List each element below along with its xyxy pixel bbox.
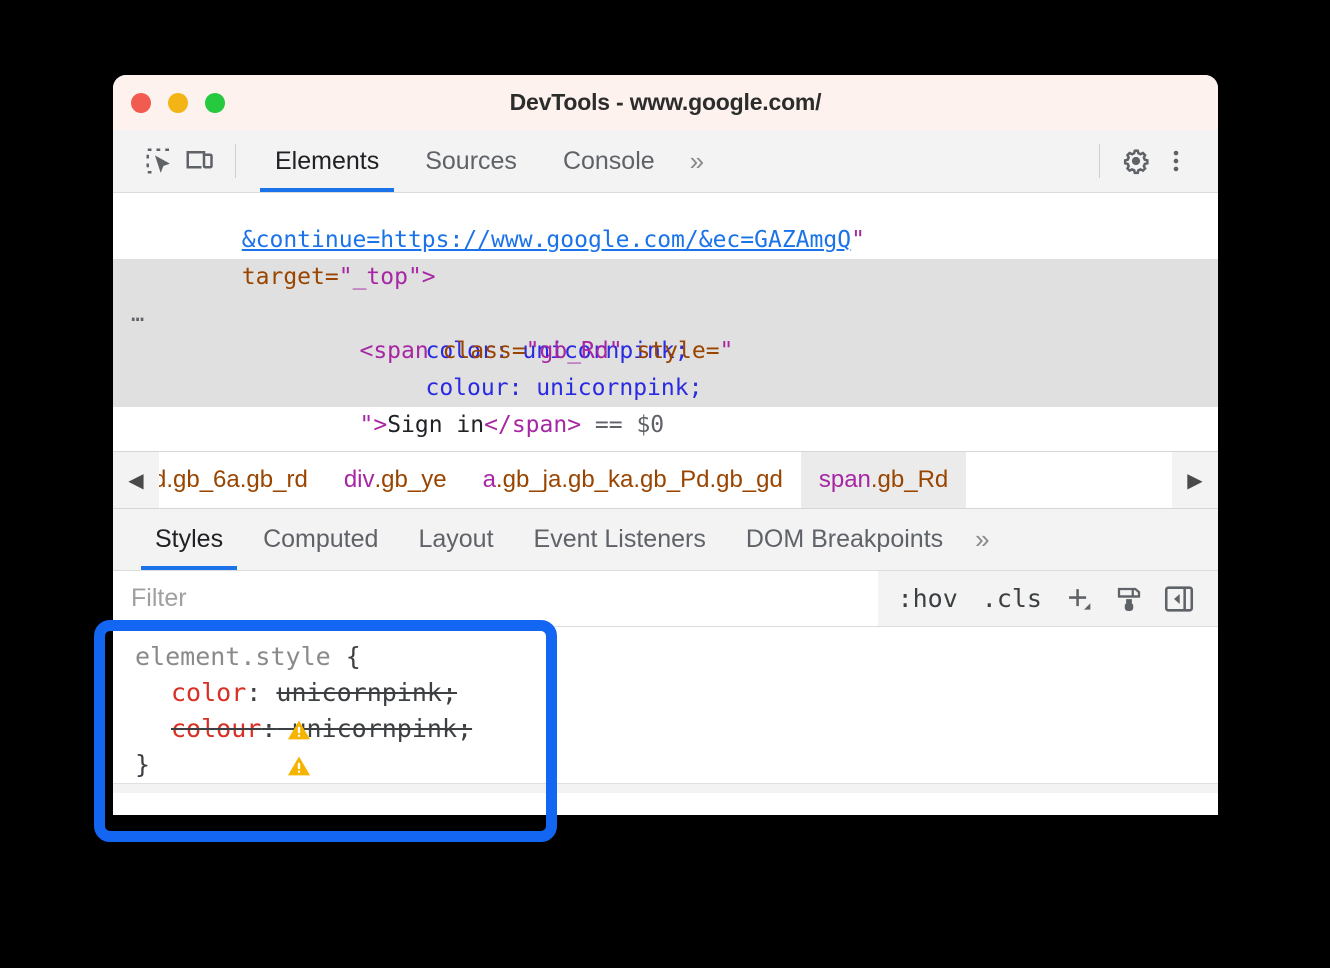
- tab-computed-label: Computed: [263, 525, 378, 554]
- breadcrumb-item-a[interactable]: a.gb_ja.gb_ka.gb_Pd.gb_gd: [465, 452, 801, 508]
- tab-computed[interactable]: Computed: [243, 509, 398, 570]
- toggle-element-state-button[interactable]: :hov: [888, 584, 968, 613]
- dom-token-closequote: ">: [359, 412, 387, 438]
- devtools-main-toolbar: Elements Sources Console »: [113, 130, 1218, 193]
- styles-toolbar-actions: :hov .cls: [878, 576, 1218, 622]
- breadcrumb-scroll: d.gb_6a.gb_rd div.gb_ye a.gb_ja.gb_ka.gb…: [159, 452, 1172, 508]
- warning-triangle-icon: [135, 681, 161, 707]
- chevron-right-icon[interactable]: ▶: [1172, 452, 1218, 508]
- more-pane-tabs-icon[interactable]: »: [963, 524, 997, 555]
- tab-elements-label: Elements: [275, 147, 379, 176]
- tab-event-listeners-label: Event Listeners: [534, 525, 706, 554]
- toggle-computed-sidebar-icon[interactable]: [1156, 576, 1202, 622]
- warning-triangle-icon: [135, 717, 161, 743]
- dom-token-span-tag: <span: [359, 338, 442, 364]
- dom-token-signin-text: Sign in: [387, 412, 484, 438]
- devtools-window: DevTools - www.google.com/ Elements: [113, 75, 1218, 815]
- device-toolbar-icon[interactable]: [179, 141, 219, 181]
- kebab-menu-icon[interactable]: [1156, 141, 1196, 181]
- tab-elements[interactable]: Elements: [252, 130, 402, 192]
- chevron-left-icon[interactable]: ◀: [113, 452, 159, 508]
- tab-console[interactable]: Console: [540, 130, 678, 192]
- tab-console-label: Console: [563, 147, 655, 176]
- tab-layout-label: Layout: [418, 525, 493, 554]
- toolbar-divider-right: [1099, 144, 1100, 178]
- breadcrumb: ◀ d.gb_6a.gb_rd div.gb_ye a.gb_ja.gb_ka.…: [113, 451, 1218, 509]
- dom-token-dollar-zero: $0: [636, 412, 664, 438]
- breadcrumb-item-span-tag: span: [819, 466, 871, 494]
- dom-tree[interactable]: &continue=https://www.google.com/&ec=GAZ…: [113, 193, 1218, 451]
- dom-line-color[interactable]: color: unicornpink;: [113, 296, 1218, 333]
- more-panels-icon[interactable]: »: [678, 146, 712, 177]
- breadcrumb-item-div[interactable]: div.gb_ye: [326, 452, 465, 508]
- toolbar-divider: [235, 144, 236, 178]
- breadcrumb-item-0[interactable]: d.gb_6a.gb_rd: [159, 452, 326, 508]
- dom-selected-node-block[interactable]: … <span class="gb_Rd" style=" color: uni…: [113, 259, 1218, 407]
- tab-layout[interactable]: Layout: [398, 509, 513, 570]
- breadcrumb-item-div-class: .gb_ye: [375, 466, 447, 494]
- dom-token-url: &continue=https://www.google.com/&ec=GAZ…: [242, 227, 851, 253]
- breadcrumb-item-div-tag: div: [344, 466, 375, 494]
- window-titlebar: DevTools - www.google.com/: [113, 75, 1218, 130]
- breadcrumb-item-a-class: .gb_ja.gb_ka.gb_Pd.gb_gd: [496, 466, 783, 494]
- paint-brush-icon[interactable]: [1106, 576, 1152, 622]
- toolbar-right-actions: [1083, 141, 1196, 181]
- dom-token-colour-decl: colour: unicornpink;: [425, 375, 702, 401]
- style-rule-open-brace: {: [346, 639, 361, 675]
- tab-dom-breakpoints-label: DOM Breakpoints: [746, 525, 943, 554]
- minimize-window-button[interactable]: [168, 93, 188, 113]
- screenshot-root: DevTools - www.google.com/ Elements: [0, 0, 1330, 968]
- style-rule-selector-line[interactable]: element.style {: [113, 639, 1218, 675]
- dom-token-span-close: </span>: [484, 412, 581, 438]
- traffic-light-group: [131, 93, 225, 113]
- declaration-value-color[interactable]: unicornpink;: [276, 675, 457, 711]
- dom-token-class-value: "gb_Rd": [526, 338, 637, 364]
- dom-token-a-close: </a>: [298, 449, 353, 451]
- style-rule-selector[interactable]: element.style: [135, 639, 331, 675]
- breadcrumb-item-a-tag: a: [483, 466, 496, 494]
- tab-dom-breakpoints[interactable]: DOM Breakpoints: [726, 509, 963, 570]
- new-style-rule-icon[interactable]: [1056, 576, 1102, 622]
- dom-line-span-open[interactable]: … <span class="gb_Rd" style=": [113, 259, 1218, 296]
- dom-token-eq: ==: [581, 412, 636, 438]
- dom-ellipsis-marker[interactable]: …: [131, 296, 146, 333]
- styles-pane-tabs: Styles Computed Layout Event Listeners D…: [113, 509, 1218, 571]
- dom-token-style-attr: style=: [636, 338, 719, 364]
- tab-event-listeners[interactable]: Event Listeners: [514, 509, 726, 570]
- gear-icon[interactable]: [1116, 141, 1156, 181]
- breadcrumb-item-0-class: d.gb_6a.gb_rd: [159, 466, 308, 494]
- styles-filter-toolbar: :hov .cls: [113, 571, 1218, 627]
- dom-token-style-openquote: ": [720, 338, 734, 364]
- declaration-value-colour[interactable]: unicornpink;: [291, 711, 472, 747]
- tab-styles-label: Styles: [155, 525, 223, 554]
- window-title: DevTools - www.google.com/: [113, 89, 1218, 116]
- dom-token-class-attr: class=: [443, 338, 526, 364]
- dom-token-url-quote: ": [851, 227, 865, 253]
- styles-rule-list[interactable]: element.style { color: unicornpink;: [113, 627, 1218, 811]
- element-classes-button[interactable]: .cls: [972, 584, 1052, 613]
- panel-tabs: Elements Sources Console »: [252, 130, 712, 192]
- declaration-colon-color: :: [246, 675, 261, 711]
- inspect-element-icon[interactable]: [139, 141, 179, 181]
- tab-sources[interactable]: Sources: [402, 130, 540, 192]
- declaration-property-color[interactable]: color: [171, 675, 246, 711]
- breadcrumb-item-span[interactable]: span.gb_Rd: [801, 452, 966, 508]
- dom-line-url[interactable]: &continue=https://www.google.com/&ec=GAZ…: [113, 193, 1218, 222]
- style-declaration-color[interactable]: color: unicornpink;: [113, 675, 1218, 711]
- tab-sources-label: Sources: [425, 147, 517, 176]
- maximize-window-button[interactable]: [205, 93, 225, 113]
- tab-styles[interactable]: Styles: [135, 509, 243, 570]
- breadcrumb-item-span-class: .gb_Rd: [871, 466, 948, 494]
- close-window-button[interactable]: [131, 93, 151, 113]
- filter-input[interactable]: [113, 571, 878, 626]
